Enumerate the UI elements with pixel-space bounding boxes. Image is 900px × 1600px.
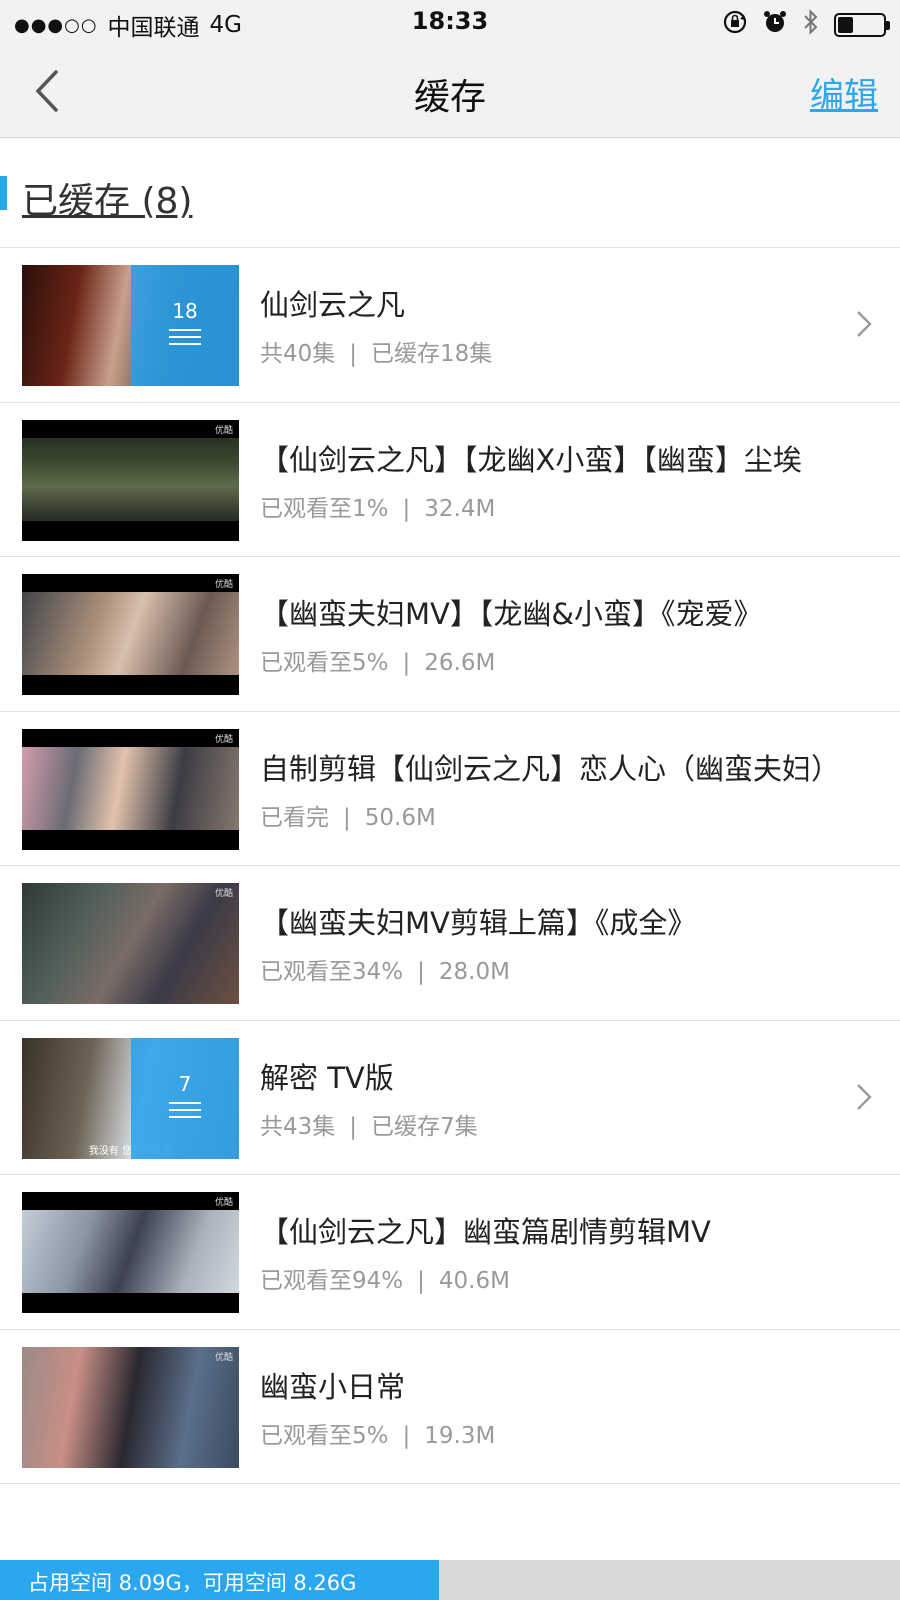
meta-separator: | — [402, 650, 411, 676]
meta-separator: | — [343, 804, 351, 831]
item-title: 【幽蛮夫妇MV剪辑上篇】《成全》 — [260, 906, 697, 940]
alarm-icon — [762, 9, 788, 41]
meta-separator: | — [417, 1268, 425, 1294]
list-item[interactable]: 优酷 【仙剑云之凡】幽蛮篇剧情剪辑MV 已观看至94% | 40.6M — [0, 1175, 900, 1330]
item-meta-right: 28.0M — [438, 959, 510, 985]
storage-bar: 占用空间 8.09G，可用空间 8.26G — [0, 1560, 900, 1600]
nav-bar: 缓存 编辑 — [0, 44, 900, 138]
item-meta: 已看完 | 50.6M — [260, 798, 436, 832]
folder-count: 7 — [178, 1071, 192, 1096]
battery-icon — [834, 13, 890, 37]
meta-separator: | — [349, 341, 358, 367]
stack-icon — [169, 1101, 201, 1118]
list-item[interactable]: 优酷 【幽蛮夫妇MV剪辑上篇】《成全》 已观看至34% | 28.0M — [0, 866, 900, 1021]
section-title: 已缓存 (8) — [22, 181, 193, 222]
item-meta: 已观看至1% | 32.4M — [260, 489, 495, 523]
section-accent-bar — [0, 176, 7, 210]
page-title: 缓存 — [413, 77, 486, 118]
item-meta-right: 已缓存7集 — [371, 1113, 478, 1140]
item-meta-right: 40.6M — [438, 1268, 510, 1294]
folder-overlay: 18 — [131, 265, 239, 386]
section-header: 已缓存 (8) — [0, 138, 900, 248]
thumbnail: 优酷 — [22, 883, 239, 1004]
item-meta: 共43集 | 已缓存7集 — [260, 1107, 478, 1141]
item-title: 仙剑云之凡 — [260, 288, 406, 322]
item-meta-right: 19.3M — [424, 1422, 496, 1449]
list-item[interactable]: 18 仙剑云之凡 共40集 | 已缓存18集 — [0, 248, 900, 403]
thumbnail: 优酷 — [22, 574, 239, 695]
item-meta-left: 已观看至34% — [260, 959, 404, 985]
list-item[interactable]: 优酷 自制剪辑【仙剑云之凡】恋人心（幽蛮夫妇） 已看完 | 50.6M — [0, 712, 900, 866]
meta-separator: | — [417, 959, 425, 985]
item-meta: 已观看至5% | 19.3M — [260, 1416, 495, 1450]
edit-button[interactable]: 编辑 — [810, 68, 878, 117]
thumbnail: 优酷 — [22, 1346, 239, 1468]
meta-separator: | — [402, 1422, 411, 1449]
thumbnail: 18 — [22, 265, 239, 386]
watermark: 优酷 — [214, 425, 233, 436]
thumbnail: 优酷 — [22, 1192, 239, 1313]
item-meta-left: 已观看至1% — [260, 495, 389, 522]
watermark: 优酷 — [214, 1352, 233, 1363]
rotation-lock-icon — [722, 9, 748, 41]
bluetooth-icon — [802, 8, 820, 42]
status-right — [722, 8, 890, 42]
battery-level — [838, 17, 854, 33]
status-bar: ●●●○○ 中国联通 4G 18:33 — [0, 0, 900, 44]
folder-count: 18 — [172, 299, 198, 323]
watermark: 优酷 — [214, 1198, 233, 1208]
item-meta-right: 已缓存18集 — [371, 341, 493, 367]
list-item[interactable]: 优酷 幽蛮小日常 已观看至5% | 19.3M — [0, 1330, 900, 1484]
item-title: 【仙剑云之凡】【龙幽X小蛮】【幽蛮】尘埃 — [260, 442, 802, 477]
storage-text: 占用空间 8.09G，可用空间 8.26G — [28, 1571, 357, 1595]
item-meta-left: 共43集 — [260, 1113, 336, 1140]
chevron-right-icon — [857, 311, 872, 337]
watermark: 优酷 — [214, 734, 233, 745]
item-meta: 已观看至94% | 40.6M — [260, 1261, 510, 1295]
item-title: 【幽蛮夫妇MV】【龙幽&小蛮】《宠爱》 — [260, 597, 763, 631]
stack-icon — [169, 329, 201, 345]
meta-separator: | — [349, 1113, 358, 1140]
watermark: 优酷 — [214, 580, 233, 590]
item-meta: 共40集 | 已缓存18集 — [260, 334, 492, 368]
item-meta-left: 已观看至5% — [260, 650, 389, 676]
cache-list: 18 仙剑云之凡 共40集 | 已缓存18集 优酷 【仙剑云之凡】【龙幽X小蛮】【幽… — [0, 248, 900, 1484]
item-meta-left: 已观看至94% — [260, 1268, 404, 1294]
list-item[interactable]: 优酷 【幽蛮夫妇MV】【龙幽&小蛮】《宠爱》 已观看至5% | 26.6M — [0, 557, 900, 712]
chevron-right-icon — [857, 1083, 872, 1110]
watermark: 优酷 — [214, 889, 233, 899]
item-meta-right: 32.4M — [424, 495, 496, 522]
meta-separator: | — [402, 495, 411, 522]
item-title: 【仙剑云之凡】幽蛮篇剧情剪辑MV — [260, 1215, 711, 1249]
thumbnail: 优酷 — [22, 419, 239, 541]
item-meta: 已观看至5% | 26.6M — [260, 643, 495, 677]
list-item[interactable]: 优酷 【仙剑云之凡】【龙幽X小蛮】【幽蛮】尘埃 已观看至1% | 32.4M — [0, 403, 900, 557]
item-meta-left: 共40集 — [260, 341, 336, 367]
item-title: 幽蛮小日常 — [260, 1369, 406, 1404]
thumbnail: 优酷 — [22, 728, 239, 850]
folder-overlay: 7 — [131, 1037, 239, 1159]
list-item[interactable]: 我没有 您别开玩笑 7 解密 TV版 共43集 | 已缓存7集 — [0, 1021, 900, 1175]
item-meta-left: 已观看至5% — [260, 1422, 389, 1449]
item-meta-left: 已看完 — [260, 804, 329, 831]
item-meta-right: 26.6M — [424, 650, 496, 676]
item-title: 自制剪辑【仙剑云之凡】恋人心（幽蛮夫妇） — [260, 751, 841, 786]
item-meta-right: 50.6M — [364, 804, 436, 831]
item-title: 解密 TV版 — [260, 1060, 394, 1095]
item-meta: 已观看至34% | 28.0M — [260, 952, 510, 986]
thumbnail: 我没有 您别开玩笑 7 — [22, 1037, 239, 1159]
